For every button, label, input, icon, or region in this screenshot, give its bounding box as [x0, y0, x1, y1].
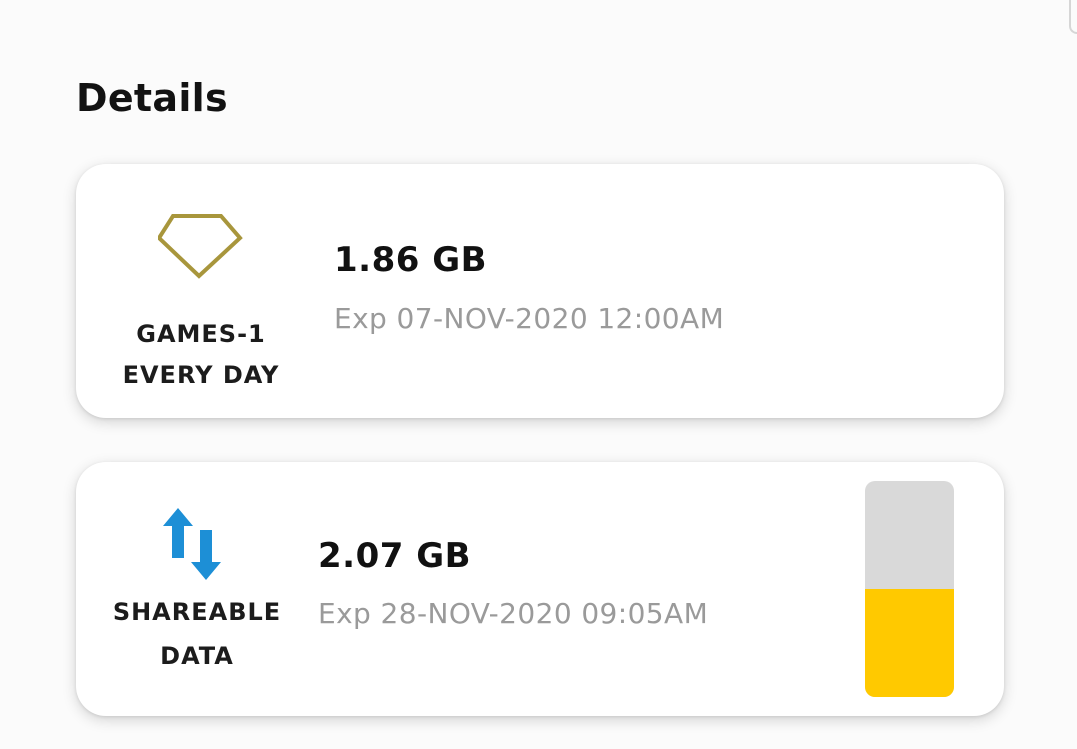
section-title: Details — [76, 76, 228, 120]
pack-name: SHAREABLE DATA — [112, 598, 282, 670]
pack-info: GAMES-1 EVERY DAY — [76, 212, 326, 396]
expiry-date: Exp 07-NOV-2020 12:00AM — [334, 302, 725, 335]
data-pack-card-games[interactable]: GAMES-1 EVERY DAY 1.86 GB Exp 07-NOV-202… — [76, 164, 1004, 418]
expiry-date: Exp 28-NOV-2020 09:05AM — [318, 597, 709, 630]
remaining-data-fill — [865, 589, 954, 697]
transfer-arrows-icon — [72, 506, 322, 586]
data-amount: 2.07 GB — [318, 536, 472, 576]
details-screen: Details GAMES-1 EVERY DAY 1.86 GB Exp 07… — [0, 0, 1077, 749]
data-pack-card-shareable[interactable]: SHAREABLE DATA 2.07 GB Exp 28-NOV-2020 0… — [76, 462, 1004, 716]
container-edge — [1069, 0, 1077, 34]
transfer-arrows-icon-graphic — [163, 508, 221, 580]
pack-name: GAMES-1 EVERY DAY — [122, 320, 280, 389]
diamond-icon — [76, 212, 326, 284]
diamond-icon-graphic — [156, 214, 243, 279]
data-amount: 1.86 GB — [334, 240, 488, 280]
remaining-data-bar — [865, 481, 954, 697]
pack-info: SHAREABLE DATA — [72, 506, 322, 678]
